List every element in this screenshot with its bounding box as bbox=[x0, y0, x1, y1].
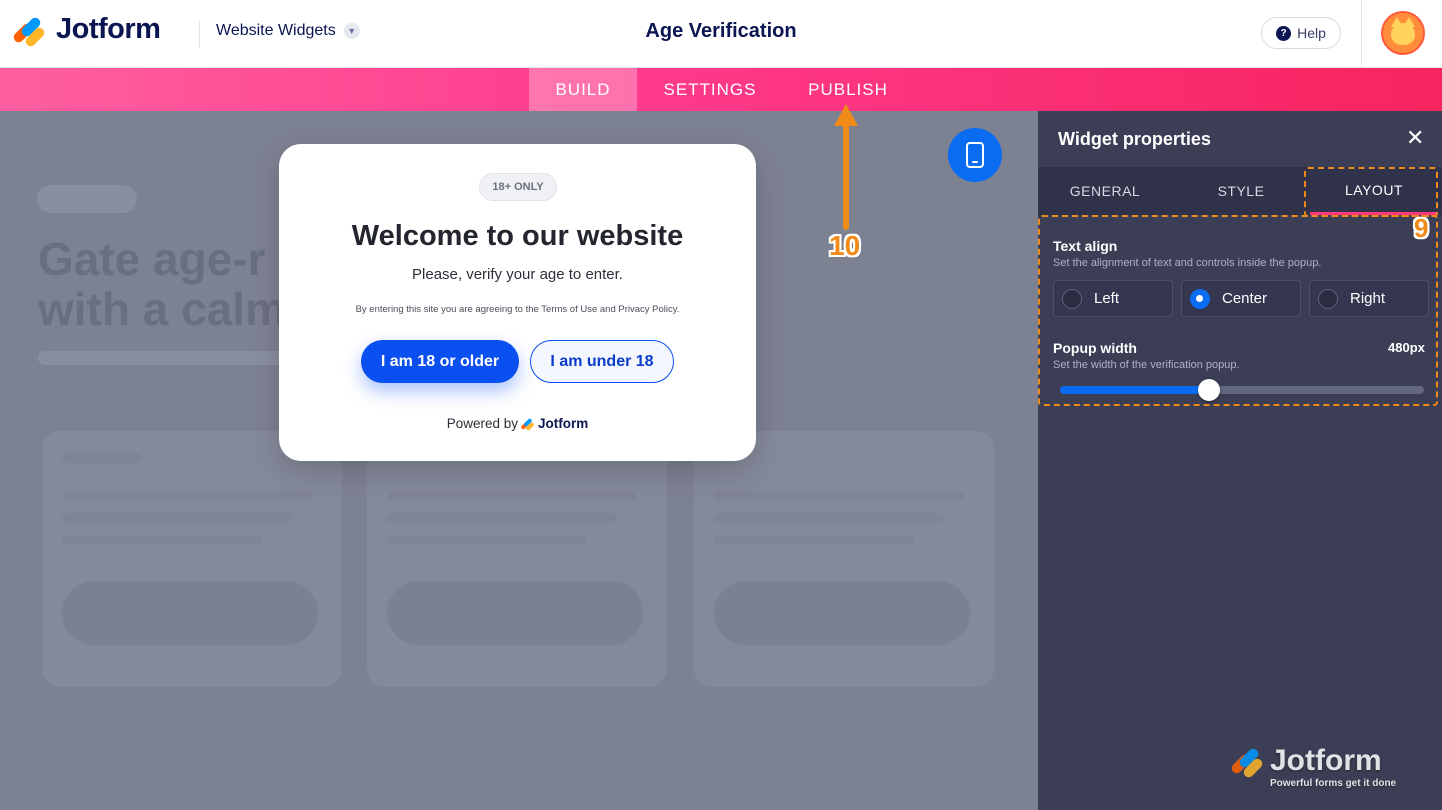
panel-header: Widget properties ✕ bbox=[1038, 111, 1442, 167]
jotform-watermark: Jotform Powerful forms get it done bbox=[1229, 744, 1396, 789]
popup-width-label: Popup width bbox=[1053, 340, 1137, 356]
radio-icon bbox=[1318, 288, 1338, 309]
align-center-option[interactable]: Center bbox=[1181, 280, 1301, 317]
top-header: Jotform Website Widgets ▼ Age Verificati… bbox=[0, 0, 1442, 68]
deny-age-button[interactable]: I am under 18 bbox=[530, 340, 674, 383]
text-align-description: Set the alignment of text and controls i… bbox=[1053, 257, 1322, 269]
popup-width-slider[interactable] bbox=[1060, 379, 1424, 401]
align-option-label: Right bbox=[1350, 290, 1386, 307]
widget-properties-panel: Widget properties ✕ GENERAL STYLE LAYOUT… bbox=[1038, 111, 1442, 810]
step-number-10: 10 bbox=[829, 230, 861, 261]
brand-name: Jotform bbox=[56, 13, 161, 45]
jotform-mini-logo-icon bbox=[520, 417, 535, 431]
radio-icon bbox=[1062, 288, 1082, 309]
align-option-label: Center bbox=[1222, 290, 1268, 307]
popup-width-value: 480px bbox=[1388, 340, 1425, 355]
ghost-subtext bbox=[38, 351, 298, 365]
watermark-brand: Jotform bbox=[1270, 744, 1382, 777]
tab-general[interactable]: GENERAL bbox=[1038, 167, 1172, 215]
radio-checked-icon bbox=[1190, 288, 1210, 309]
breadcrumb-label: Website Widgets bbox=[216, 22, 336, 39]
ghost-card bbox=[367, 431, 667, 687]
align-left-option[interactable]: Left bbox=[1053, 280, 1173, 317]
confirm-age-button[interactable]: I am 18 or older bbox=[361, 340, 519, 383]
jotform-logo[interactable]: Jotform bbox=[11, 13, 161, 48]
powered-brand: Jotform bbox=[538, 416, 589, 431]
help-label: Help bbox=[1297, 25, 1326, 41]
ghost-card bbox=[42, 431, 342, 687]
popup-terms: By entering this site you are agreeing t… bbox=[355, 304, 680, 315]
tab-build[interactable]: BUILD bbox=[529, 68, 637, 111]
ghost-heading-line-1: Gate age-r bbox=[38, 233, 266, 285]
avatar[interactable] bbox=[1381, 11, 1425, 55]
annotation-arrow bbox=[843, 120, 849, 230]
popup-subtitle: Please, verify your age to enter. bbox=[412, 266, 623, 283]
popup-width-description: Set the width of the verification popup. bbox=[1053, 359, 1240, 371]
tab-settings[interactable]: SETTINGS bbox=[648, 68, 772, 111]
slider-fill bbox=[1060, 386, 1210, 394]
age-verification-popup: 18+ ONLY Welcome to our website Please, … bbox=[279, 144, 756, 461]
header-divider bbox=[199, 20, 200, 48]
popup-title: Welcome to our website bbox=[351, 220, 684, 252]
chevron-down-icon: ▼ bbox=[343, 23, 360, 39]
align-right-option[interactable]: Right bbox=[1309, 280, 1429, 317]
ghost-heading-line-2: with a calm bbox=[38, 283, 286, 335]
help-button[interactable]: ? Help bbox=[1261, 17, 1341, 49]
align-option-label: Left bbox=[1094, 290, 1120, 307]
watermark-tagline: Powerful forms get it done bbox=[1270, 778, 1397, 789]
mobile-preview-button[interactable] bbox=[948, 128, 1002, 182]
tab-style[interactable]: STYLE bbox=[1174, 167, 1308, 215]
powered-by[interactable]: Powered by Jotform bbox=[279, 416, 756, 431]
jotform-watermark-icon bbox=[1229, 745, 1265, 780]
question-icon: ? bbox=[1276, 25, 1292, 41]
header-divider-right bbox=[1361, 0, 1362, 68]
panel-title: Widget properties bbox=[1058, 129, 1211, 149]
highlight-layout-tab bbox=[1304, 167, 1438, 217]
breadcrumb[interactable]: Website Widgets ▼ bbox=[216, 22, 360, 40]
age-badge: 18+ ONLY bbox=[479, 173, 557, 201]
jotform-logo-icon bbox=[11, 14, 47, 48]
powered-prefix: Powered by bbox=[446, 416, 519, 431]
phone-icon bbox=[966, 142, 984, 168]
ghost-tag bbox=[37, 185, 137, 213]
close-icon[interactable]: ✕ bbox=[1406, 126, 1424, 150]
ghost-card bbox=[694, 431, 994, 687]
builder-nav: BUILD SETTINGS PUBLISH bbox=[0, 68, 1442, 111]
text-align-label: Text align bbox=[1053, 238, 1118, 254]
